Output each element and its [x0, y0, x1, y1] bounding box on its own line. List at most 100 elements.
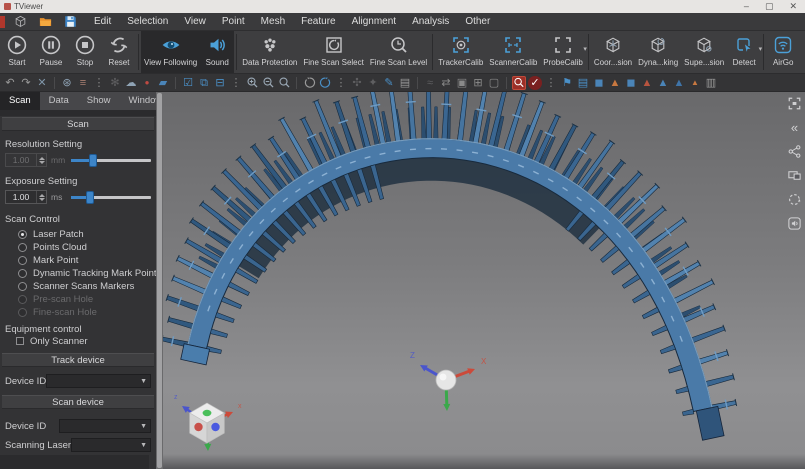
- resolution-spinbox[interactable]: 1.00: [5, 153, 47, 167]
- radio-button[interactable]: [18, 295, 27, 304]
- scan-option-scanner-scans-markers[interactable]: Scanner Scans Markers: [0, 280, 156, 293]
- toolbar-button-pause[interactable]: Pause: [34, 31, 68, 73]
- resolution-slider-handle[interactable]: [89, 154, 97, 167]
- dropdown-caret-icon[interactable]: ▾: [583, 45, 587, 53]
- save-icon[interactable]: [61, 15, 79, 28]
- radio-button[interactable]: [18, 308, 27, 317]
- toolbar-button-scannercalib[interactable]: ScannerCalib: [486, 31, 540, 73]
- more-icon[interactable]: ⋮: [92, 76, 106, 90]
- rotate-ccw-icon[interactable]: [302, 76, 316, 90]
- rotate-cw-icon[interactable]: [318, 76, 332, 90]
- undo-icon[interactable]: ↶: [3, 76, 17, 90]
- toolbar-button-reset[interactable]: Reset: [102, 31, 136, 73]
- sidebar-scrollbar[interactable]: [156, 92, 163, 469]
- cloud-icon[interactable]: ☁: [124, 76, 138, 90]
- brush-icon[interactable]: ✓: [528, 76, 542, 90]
- exposure-spinner-arrows[interactable]: [36, 191, 46, 203]
- scan-option-dynamic-tracking-mark-points[interactable]: Dynamic Tracking Mark Points: [0, 267, 156, 280]
- track-device-id-dropdown[interactable]: ▼: [46, 374, 151, 388]
- collapse-panel-icon[interactable]: «: [787, 120, 802, 135]
- toolbar-button-supe-sion[interactable]: Supe...sion: [681, 31, 727, 73]
- scan-option-fine-scan-hole[interactable]: Fine-scan Hole: [0, 306, 156, 319]
- dual-screen-icon[interactable]: [787, 168, 802, 183]
- delete-icon[interactable]: ✕: [35, 76, 49, 90]
- viewport-3d[interactable]: ZXzx «: [163, 92, 805, 469]
- tab-scan[interactable]: Scan: [0, 92, 40, 110]
- more-icon[interactable]: ⋮: [229, 76, 243, 90]
- toolbar-button-fine-scan-select[interactable]: Fine Scan Select: [300, 31, 366, 73]
- sparkle-icon[interactable]: ✦: [366, 76, 380, 90]
- scan-option-laser-patch[interactable]: Laser Patch: [0, 228, 156, 241]
- radio-button[interactable]: [18, 269, 27, 278]
- select-copy-icon[interactable]: ⧉: [197, 76, 211, 90]
- toolbar-button-probecalib[interactable]: ProbeCalib▾: [540, 31, 586, 73]
- exposure-slider-handle[interactable]: [86, 191, 94, 204]
- zoom-icon[interactable]: [277, 76, 291, 90]
- snowflake-icon[interactable]: ✻: [108, 76, 122, 90]
- scan-device-id-dropdown[interactable]: ▼: [59, 419, 151, 433]
- cube-icon[interactable]: [11, 15, 29, 28]
- radio-button[interactable]: [18, 243, 27, 252]
- toolbar-button-coor-sion[interactable]: Coor...sion: [591, 31, 635, 73]
- more-icon[interactable]: ⋮: [334, 76, 348, 90]
- select-check-icon[interactable]: ☑: [181, 76, 195, 90]
- menu-item-analysis[interactable]: Analysis: [404, 13, 457, 30]
- exposure-spinbox[interactable]: 1.00: [5, 190, 47, 204]
- clipboard-icon[interactable]: ▣: [455, 76, 469, 90]
- view-cube[interactable]: zx: [174, 394, 242, 451]
- toolbar-button-start[interactable]: Start: [0, 31, 34, 73]
- toolbar-button-view-following[interactable]: View Following: [141, 31, 200, 73]
- pyramid-blue-icon[interactable]: ▲: [656, 76, 670, 90]
- swap-icon[interactable]: ⇄: [439, 76, 453, 90]
- menu-item-point[interactable]: Point: [214, 13, 253, 30]
- toolbar-button-dyna-king[interactable]: Dyna...king: [635, 31, 681, 73]
- mesh-red-icon[interactable]: ▲: [640, 76, 654, 90]
- search-icon[interactable]: [512, 76, 526, 90]
- toolbar-button-detect[interactable]: Detect▾: [727, 31, 761, 73]
- menu-item-edit[interactable]: Edit: [86, 13, 119, 30]
- orbit-icon[interactable]: [787, 192, 802, 207]
- only-scanner-checkbox-row[interactable]: Only Scanner: [0, 335, 156, 347]
- tab-show[interactable]: Show: [78, 92, 120, 110]
- radio-button[interactable]: [18, 230, 27, 239]
- scanning-laser-dropdown[interactable]: ▼: [71, 438, 151, 452]
- paw-icon[interactable]: ✣: [350, 76, 364, 90]
- pyramid-blue2-icon[interactable]: ▲: [672, 76, 686, 90]
- scan-option-pre-scan-hole[interactable]: Pre-scan Hole: [0, 293, 156, 306]
- toolbar-button-airgo[interactable]: AirGo: [766, 31, 800, 73]
- zoom-in-icon[interactable]: [245, 76, 259, 90]
- select-layer-icon[interactable]: ⊟: [213, 76, 227, 90]
- close-button[interactable]: ✕: [789, 0, 797, 13]
- radio-button[interactable]: [18, 282, 27, 291]
- sound-box-icon[interactable]: [787, 216, 802, 231]
- mesh-orange-icon[interactable]: ▲: [608, 76, 622, 90]
- menu-item-mesh[interactable]: Mesh: [253, 13, 293, 30]
- page-icon[interactable]: ▤: [398, 76, 412, 90]
- resolution-slider[interactable]: [71, 159, 151, 162]
- wave-icon[interactable]: ≈: [423, 76, 437, 90]
- toolbar-button-sound[interactable]: Sound: [200, 31, 234, 73]
- toolbar-button-data-protection[interactable]: Data Protection: [239, 31, 300, 73]
- align-lines-icon[interactable]: ≡: [76, 76, 90, 90]
- menu-item-alignment[interactable]: Alignment: [344, 13, 404, 30]
- share-view-icon[interactable]: [787, 144, 802, 159]
- cube-blue-icon[interactable]: ◼: [592, 76, 606, 90]
- page-blue-icon[interactable]: ▤: [576, 76, 590, 90]
- grid-icon[interactable]: ⊞: [471, 76, 485, 90]
- scan-option-points-cloud[interactable]: Points Cloud: [0, 241, 156, 254]
- dashed-rect-icon[interactable]: ▢: [487, 76, 501, 90]
- toolbar-button-stop[interactable]: Stop: [68, 31, 102, 73]
- exposure-slider[interactable]: [71, 196, 151, 199]
- minimize-button[interactable]: –: [744, 0, 749, 13]
- flag-icon[interactable]: ⚑: [560, 76, 574, 90]
- model-3d-scene[interactable]: ZXzx: [163, 92, 805, 469]
- book-icon[interactable]: ▥: [704, 76, 718, 90]
- zoom-out-icon[interactable]: [261, 76, 275, 90]
- toolbar-button-fine-scan-level[interactable]: Fine Scan Level: [367, 31, 430, 73]
- open-folder-icon[interactable]: [36, 15, 54, 28]
- maximize-button[interactable]: ▢: [765, 0, 774, 13]
- menu-item-selection[interactable]: Selection: [119, 13, 176, 30]
- dropdown-caret-icon[interactable]: ▾: [759, 45, 763, 53]
- redo-icon[interactable]: ↷: [19, 76, 33, 90]
- tab-data[interactable]: Data: [40, 92, 78, 110]
